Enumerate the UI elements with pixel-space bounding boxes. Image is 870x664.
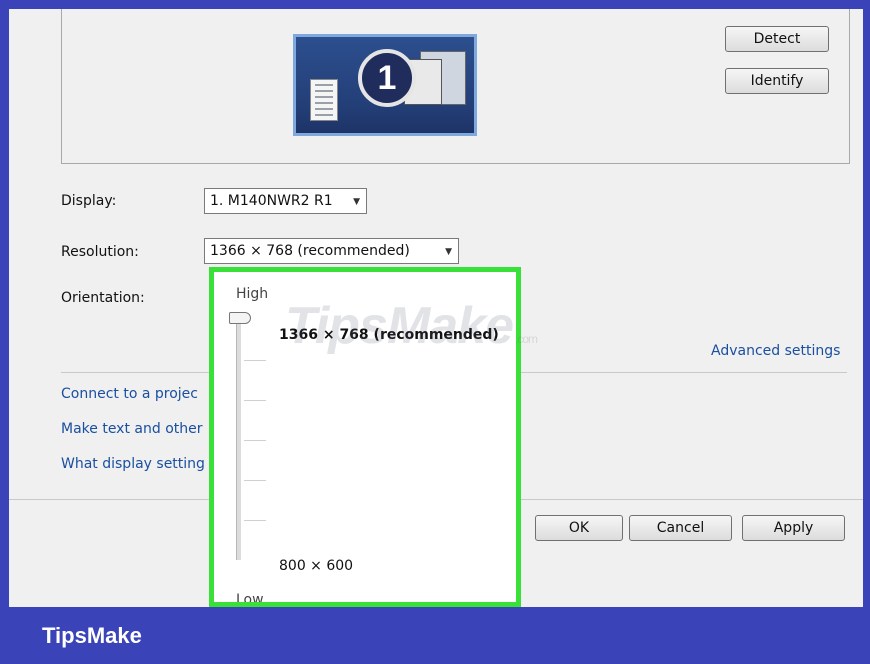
high-label: High	[236, 286, 269, 302]
low-label: Low	[236, 592, 264, 607]
watermark-text: TipsMake	[285, 297, 514, 355]
footer-bar: TipsMake	[0, 607, 870, 664]
chevron-down-icon: ▼	[445, 247, 452, 257]
resolution-dropdown[interactable]: 1366 × 768 (recommended) ▼	[204, 238, 459, 264]
display-label: Display:	[61, 193, 117, 209]
detect-button[interactable]: Detect	[725, 26, 829, 52]
monitor-number-badge: 1	[358, 49, 416, 107]
brand-logo-text: TipsMake	[42, 623, 142, 648]
chevron-down-icon: ▼	[353, 197, 360, 207]
cancel-button[interactable]: Cancel	[629, 515, 732, 541]
apply-button[interactable]: Apply	[742, 515, 845, 541]
minimum-resolution-option[interactable]: 800 × 600	[279, 558, 353, 574]
display-settings-help-link[interactable]: What display setting	[61, 456, 205, 472]
slider-tick	[244, 520, 266, 521]
resolution-label: Resolution:	[61, 244, 139, 260]
slider-tick	[244, 480, 266, 481]
identify-button[interactable]: Identify	[725, 68, 829, 94]
window-thumbnail-icon	[310, 79, 338, 121]
ok-button[interactable]: OK	[535, 515, 623, 541]
connect-projector-link[interactable]: Connect to a projec	[61, 386, 198, 402]
resolution-slider-thumb[interactable]	[229, 312, 251, 324]
watermark-logo: TipsMake .com	[285, 296, 538, 356]
slider-tick	[244, 440, 266, 441]
watermark-suffix: .com	[515, 332, 538, 346]
slider-tick	[244, 360, 266, 361]
make-text-larger-link[interactable]: Make text and other	[61, 421, 203, 437]
monitor-1-thumbnail[interactable]: 1	[293, 34, 477, 136]
slider-tick	[244, 400, 266, 401]
display-dropdown[interactable]: 1. M140NWR2 R1 ▼	[204, 188, 367, 214]
resolution-dropdown-value: 1366 × 768 (recommended)	[210, 243, 410, 259]
display-dropdown-value: 1. M140NWR2 R1	[210, 193, 333, 209]
resolution-slider-track[interactable]	[236, 320, 241, 560]
advanced-settings-link[interactable]: Advanced settings	[711, 343, 840, 359]
orientation-label: Orientation:	[61, 290, 145, 306]
